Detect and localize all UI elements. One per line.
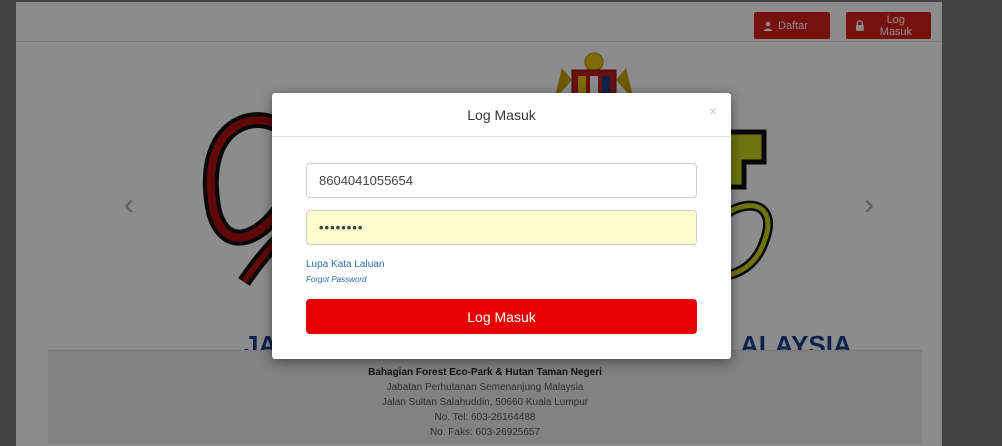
username-input[interactable] xyxy=(306,163,697,198)
modal-header: Log Masuk × xyxy=(272,93,731,137)
login-submit-button[interactable]: Log Masuk xyxy=(306,299,697,334)
modal-title: Log Masuk xyxy=(467,107,536,123)
forgot-password-link[interactable]: Lupa Kata Laluan xyxy=(306,259,384,270)
forgot-password-link-en[interactable]: Forgot Password xyxy=(306,275,366,284)
login-modal: Log Masuk × Lupa Kata Laluan Forgot Pass… xyxy=(272,93,731,359)
close-icon[interactable]: × xyxy=(709,103,717,119)
password-input[interactable] xyxy=(306,210,697,245)
